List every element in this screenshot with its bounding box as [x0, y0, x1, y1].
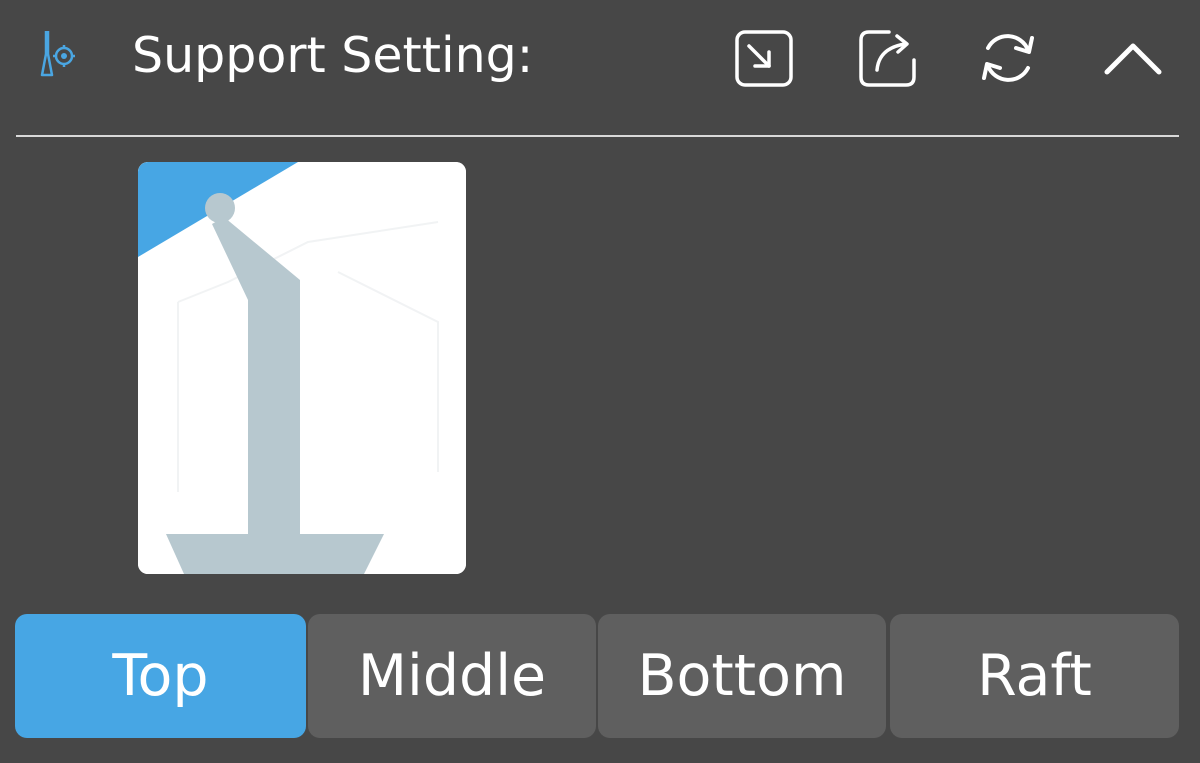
support-setting-icon — [36, 28, 96, 88]
support-setting-panel: Support Setting: Top Middle Bottom Raft — [0, 0, 1200, 763]
import-icon — [731, 26, 795, 90]
panel-title: Support Setting: — [132, 27, 534, 84]
tab-raft[interactable]: Raft — [890, 614, 1179, 738]
collapse-chevron-up-icon — [1101, 26, 1165, 90]
tab-middle-label: Middle — [357, 643, 547, 709]
tab-top[interactable]: Top — [15, 614, 306, 738]
collapse-button[interactable] — [1101, 26, 1165, 90]
support-tabs: Top Middle Bottom Raft — [15, 614, 1179, 738]
header-divider — [16, 135, 1179, 137]
panel-header: Support Setting: — [0, 0, 1200, 120]
tab-top-label: Top — [112, 643, 209, 709]
support-top-preview — [138, 162, 466, 574]
reset-icon — [976, 26, 1040, 90]
tab-middle[interactable]: Middle — [308, 614, 596, 738]
import-button[interactable] — [731, 26, 795, 90]
export-icon — [855, 26, 919, 90]
tab-raft-label: Raft — [977, 643, 1092, 709]
tab-bottom-label: Bottom — [637, 643, 847, 709]
reset-button[interactable] — [976, 26, 1040, 90]
tab-bottom[interactable]: Bottom — [598, 614, 886, 738]
export-button[interactable] — [855, 26, 919, 90]
